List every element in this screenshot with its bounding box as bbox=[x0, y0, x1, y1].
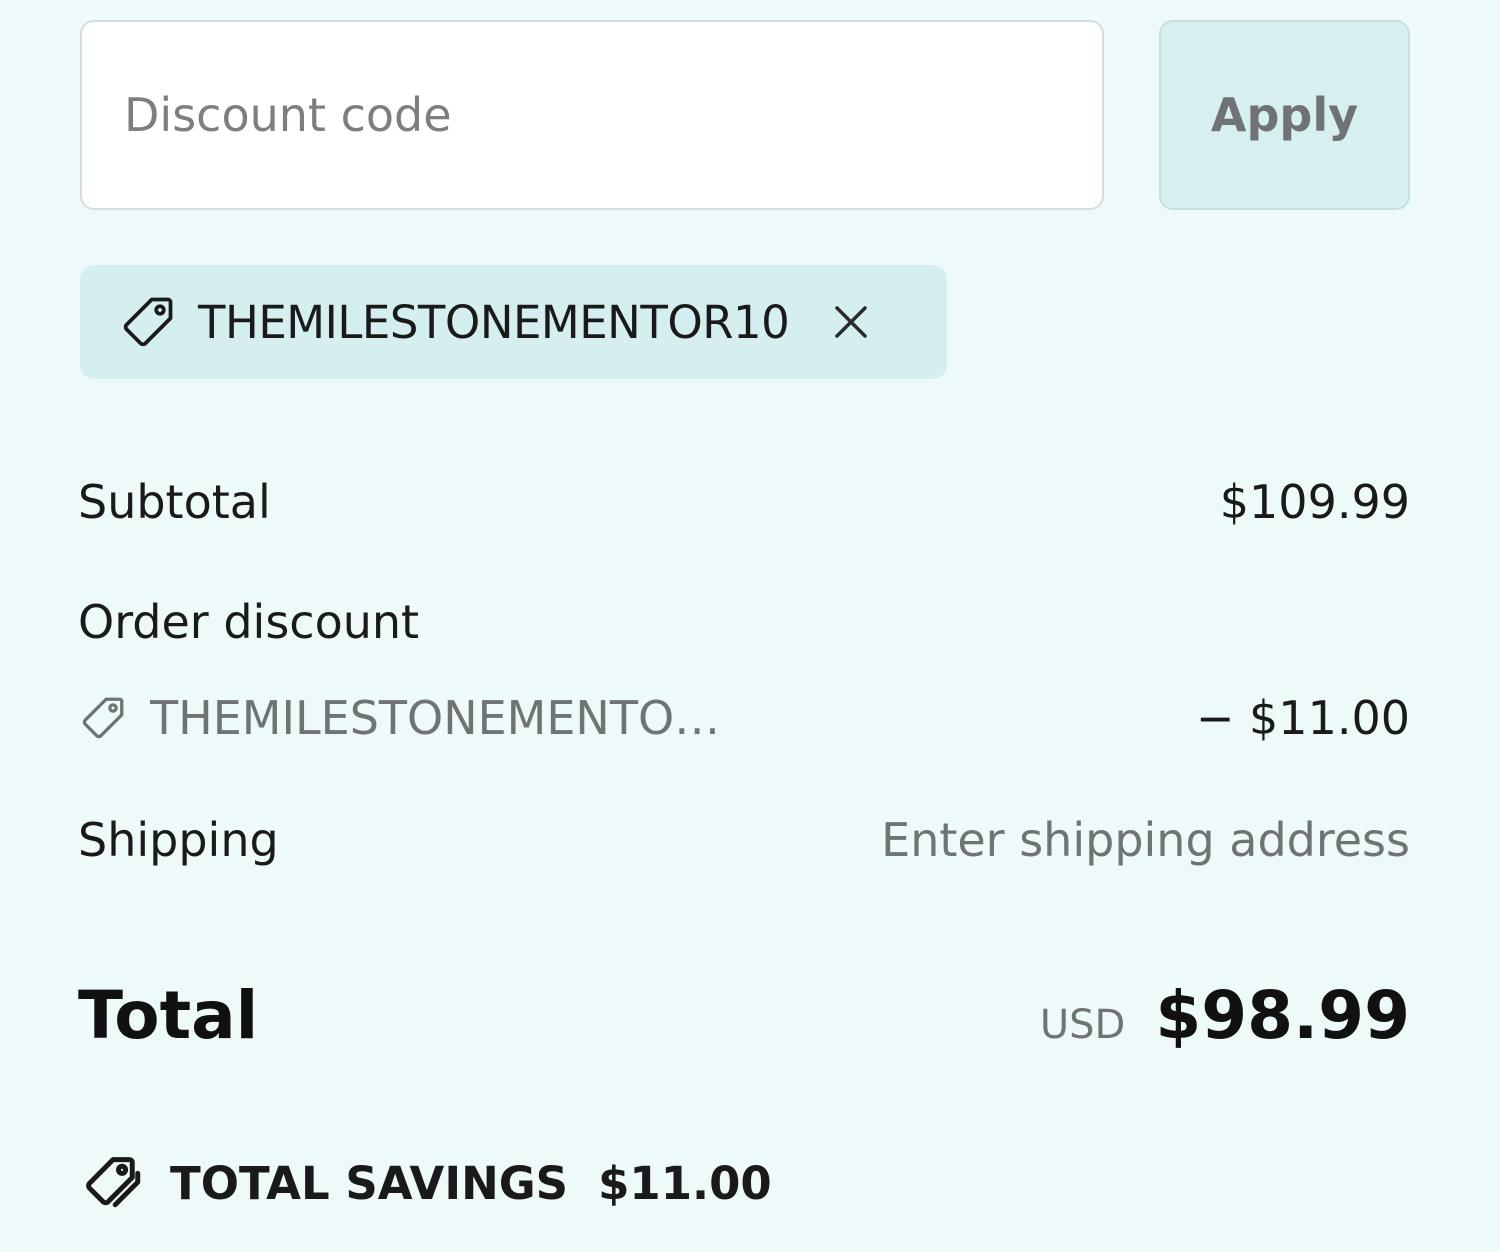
tag-icon bbox=[78, 693, 128, 743]
shipping-label: Shipping bbox=[78, 813, 279, 867]
remove-code-button[interactable] bbox=[827, 298, 875, 346]
order-discount-detail-row: THEMILESTONEMENTOR10 − $11.00 bbox=[78, 686, 1410, 750]
order-discount-code-text: THEMILESTONEMENTOR10 bbox=[150, 691, 730, 745]
currency-code: USD bbox=[1039, 1001, 1126, 1048]
applied-code-label: THEMILESTONEMENTOR10 bbox=[198, 295, 790, 349]
subtotal-value: $109.99 bbox=[1219, 475, 1410, 529]
order-discount-value: − $11.00 bbox=[1195, 691, 1410, 745]
order-discount-code: THEMILESTONEMENTOR10 bbox=[78, 691, 730, 745]
total-value: $98.99 bbox=[1155, 976, 1410, 1054]
total-savings: TOTAL SAVINGS $11.00 bbox=[80, 1148, 772, 1218]
total-amount: USD $98.99 bbox=[1040, 977, 1410, 1054]
total-row: Total USD $98.99 bbox=[78, 970, 1410, 1060]
total-savings-value: $11.00 bbox=[598, 1156, 772, 1210]
apply-button[interactable]: Apply bbox=[1159, 20, 1410, 210]
order-discount-row: Order discount bbox=[78, 590, 1410, 654]
subtotal-label: Subtotal bbox=[78, 475, 271, 529]
shipping-value: Enter shipping address bbox=[881, 813, 1410, 867]
savings-tag-icon bbox=[80, 1150, 146, 1216]
total-savings-label: TOTAL SAVINGS bbox=[170, 1156, 569, 1210]
total-label: Total bbox=[78, 976, 259, 1054]
discount-code-form: Apply bbox=[80, 20, 1410, 210]
discount-code-input[interactable] bbox=[80, 20, 1104, 210]
subtotal-row: Subtotal $109.99 bbox=[78, 470, 1410, 534]
order-discount-label: Order discount bbox=[78, 595, 420, 649]
tag-icon bbox=[118, 292, 178, 352]
applied-discount-chip: THEMILESTONEMENTOR10 bbox=[80, 265, 947, 379]
shipping-row: Shipping Enter shipping address bbox=[78, 808, 1410, 872]
close-icon[interactable] bbox=[830, 301, 872, 343]
